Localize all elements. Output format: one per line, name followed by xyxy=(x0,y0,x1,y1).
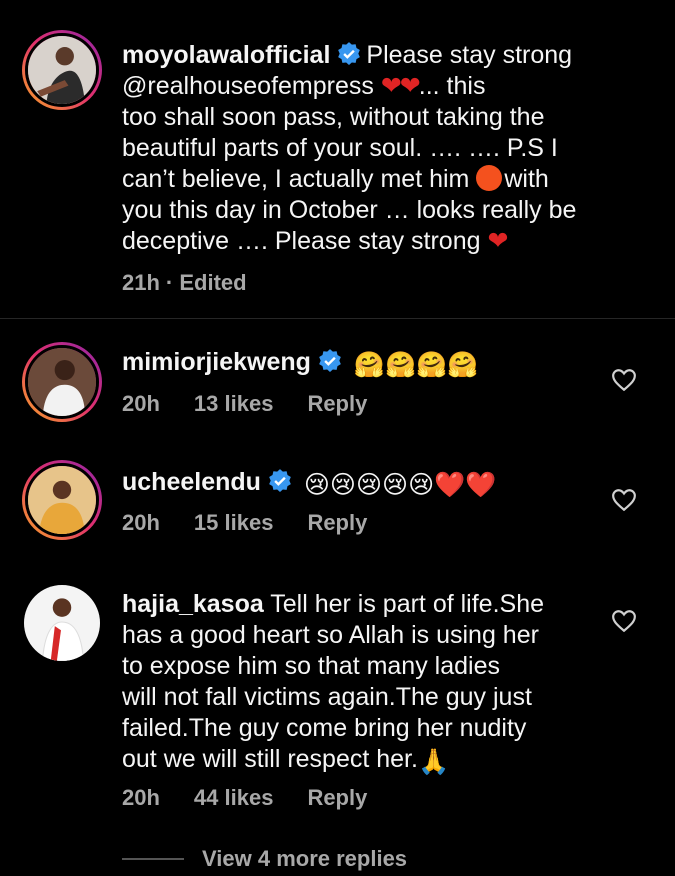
comment-body: hajia_kasoa Tell her is part of life.She… xyxy=(122,589,592,778)
comment-text: Tell her is part of life.She xyxy=(270,590,545,618)
reply-button[interactable]: Reply xyxy=(307,785,367,810)
verified-badge-icon xyxy=(338,42,361,66)
comment-meta: 20h 15 likes Reply xyxy=(122,510,401,536)
comment-meta: 20h 13 likes Reply xyxy=(122,391,401,417)
divider-line xyxy=(122,858,184,860)
username[interactable]: ucheelendu xyxy=(122,468,261,496)
username[interactable]: mimiorjiekweng xyxy=(122,348,311,376)
comment-text: to expose him so that many ladies xyxy=(122,652,500,680)
crying-face-emoji-icon: 😢😢😢😢😢❤️❤️ xyxy=(303,471,497,499)
comment-body: moyolawalofficial Please stay strong @rea… xyxy=(122,40,592,257)
avatar-photo-icon xyxy=(28,348,96,416)
avatar[interactable] xyxy=(22,30,102,110)
avatar-photo-icon xyxy=(28,466,96,534)
likes-count[interactable]: 44 likes xyxy=(194,785,274,810)
avatar[interactable] xyxy=(22,460,102,540)
comment-text: Please stay strong xyxy=(366,41,573,69)
heart-emoji-icon: ❤❤ xyxy=(380,72,421,100)
heart-outline-icon[interactable] xyxy=(611,488,637,512)
timestamp: 20h xyxy=(122,785,160,810)
hugging-face-emoji-icon: 🤗🤗🤗🤗 xyxy=(353,351,479,379)
comment-meta: 21h · Edited xyxy=(122,270,281,296)
comment-text: beautiful parts of your soul. …. …. P.S … xyxy=(122,134,558,162)
reply-button[interactable]: Reply xyxy=(307,510,367,535)
reply-button[interactable]: Reply xyxy=(307,391,367,416)
comment-body: mimiorjiekweng 🤗🤗🤗🤗 xyxy=(122,347,592,381)
comment-text: has a good heart so Allah is using her xyxy=(122,621,539,649)
comment-text: failed.The guy come bring her nudity xyxy=(122,714,527,742)
avatar[interactable] xyxy=(24,585,100,661)
comment-text: you this day in October … looks really b… xyxy=(122,196,577,224)
edited-label: · Edited xyxy=(165,270,247,295)
comment-text: deceptive …. Please stay strong xyxy=(122,227,481,255)
comment-text: with xyxy=(504,165,549,193)
likes-count[interactable]: 13 likes xyxy=(194,391,274,416)
username[interactable]: moyolawalofficial xyxy=(122,41,330,69)
heart-outline-icon[interactable] xyxy=(611,609,637,633)
comment-text: will not fall victims again.The guy just xyxy=(122,683,532,711)
heart-emoji-icon: ❤ xyxy=(487,227,508,255)
comment-text: ... this xyxy=(418,72,486,100)
comment-text: can’t believe, I actually met him xyxy=(122,165,470,193)
likes-count[interactable]: 15 likes xyxy=(194,510,274,535)
view-more-replies-button[interactable]: View 4 more replies xyxy=(122,846,407,872)
username[interactable]: hajia_kasoa xyxy=(122,590,264,618)
avatar-photo-icon xyxy=(28,36,96,104)
heart-outline-icon[interactable] xyxy=(611,368,637,392)
angry-face-emoji-icon xyxy=(476,165,503,191)
comment-body: ucheelendu 😢😢😢😢😢❤️❤️ xyxy=(122,467,592,501)
mention-link[interactable]: @realhouseofempress xyxy=(122,72,374,100)
comment-meta: 20h 44 likes Reply xyxy=(122,785,401,811)
verified-badge-icon xyxy=(269,469,291,493)
divider xyxy=(0,318,675,319)
timestamp: 20h xyxy=(122,391,160,416)
comment-text: out we will still respect her. xyxy=(122,745,418,773)
timestamp: 21h xyxy=(122,270,160,295)
timestamp: 20h xyxy=(122,510,160,535)
avatar[interactable] xyxy=(22,342,102,422)
comment-text: too shall soon pass, without taking the xyxy=(122,103,545,131)
folded-hands-emoji-icon: 🙏 xyxy=(417,748,450,776)
verified-badge-icon xyxy=(319,349,341,373)
avatar-photo-icon xyxy=(24,585,100,661)
view-more-label: View 4 more replies xyxy=(202,846,408,871)
